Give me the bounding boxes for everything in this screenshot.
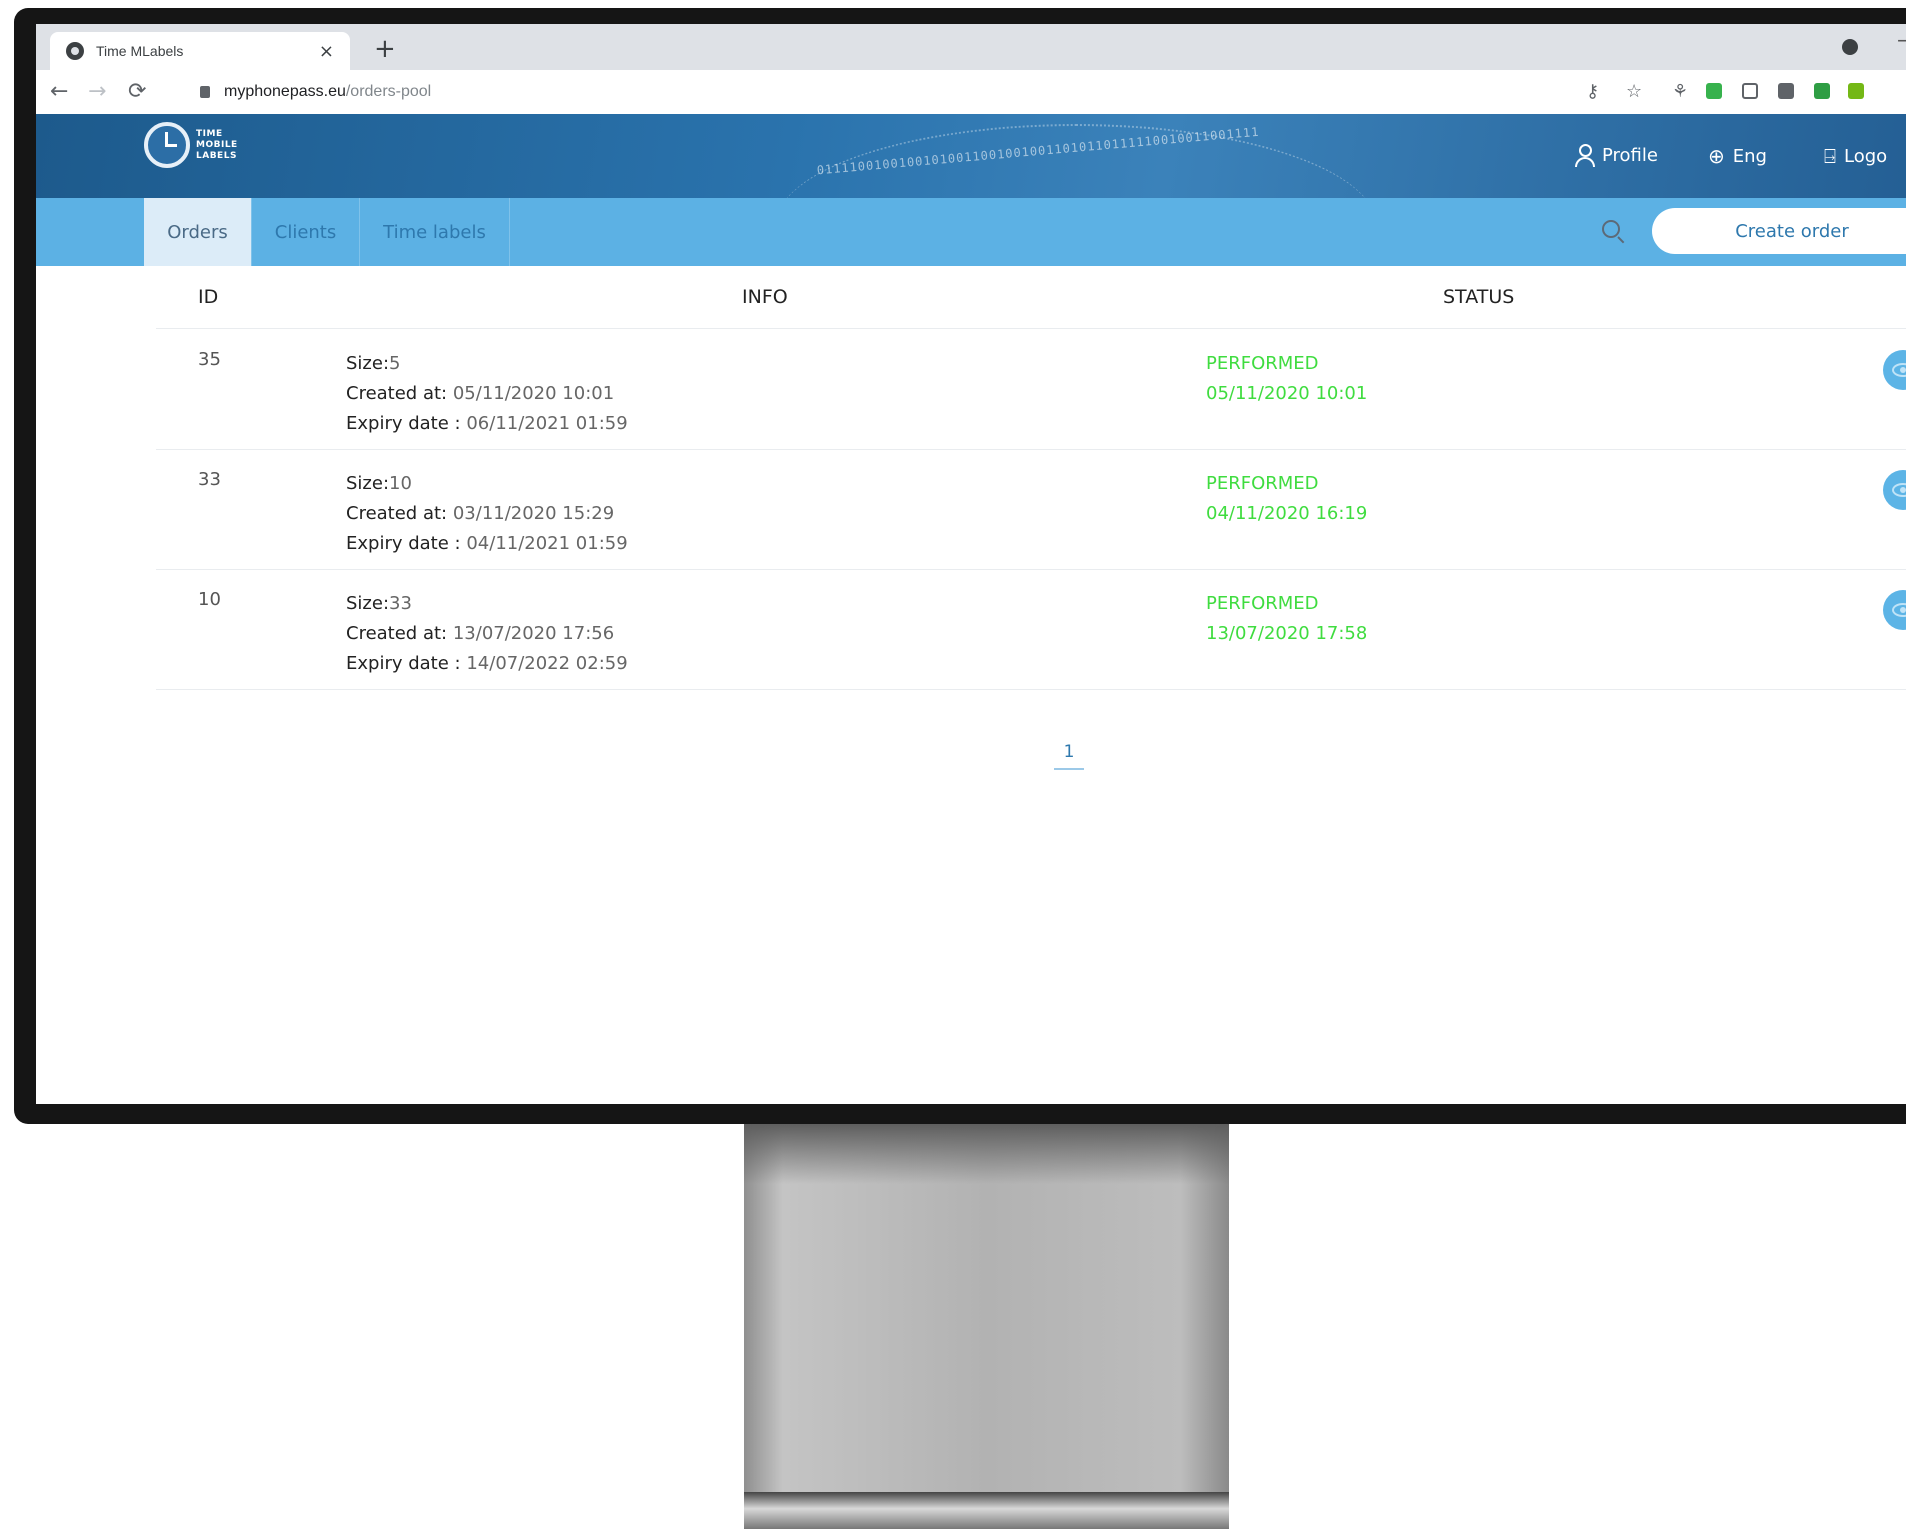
size-label: Size: xyxy=(346,593,390,614)
globe-icon xyxy=(66,42,84,60)
created-label: Created at: xyxy=(346,383,448,404)
monitor-stand-base xyxy=(744,1492,1229,1529)
reader-icon[interactable] xyxy=(1742,83,1758,99)
expiry-value: 14/07/2022 02:59 xyxy=(466,653,628,674)
status-badge: PERFORMED xyxy=(1206,473,1319,494)
size-label: Size: xyxy=(346,473,390,494)
logo-text: TIME MOBILE LABELS xyxy=(196,128,238,161)
size-value: 10 xyxy=(389,473,412,494)
logout-icon: ⍈ xyxy=(1824,144,1836,168)
logout-link[interactable]: ⍈ Logo xyxy=(1824,144,1887,168)
minimize-button[interactable]: – xyxy=(1897,28,1906,53)
monitor-stand xyxy=(744,1124,1229,1529)
order-info: Size:33 Created at: 13/07/2020 17:56 Exp… xyxy=(346,589,628,679)
globe-icon: ⊕ xyxy=(1708,144,1725,168)
tab-time-labels[interactable]: Time labels xyxy=(360,198,510,266)
size-label: Size: xyxy=(346,353,390,374)
cast-icon[interactable] xyxy=(1814,83,1830,99)
table-row: 33 Size:10 Created at: 03/11/2020 15:29 … xyxy=(156,449,1906,570)
sub-nav: Orders Clients Time labels Create order xyxy=(36,198,1906,266)
table-row: 10 Size:33 Created at: 13/07/2020 17:56 … xyxy=(156,569,1906,690)
table-row: 35 Size:5 Created at: 05/11/2020 10:01 E… xyxy=(156,329,1906,450)
star-icon[interactable]: ☆ xyxy=(1626,83,1642,101)
status-badge: PERFORMED xyxy=(1206,353,1319,374)
close-icon[interactable]: × xyxy=(319,41,334,62)
expiry-label: Expiry date : xyxy=(346,413,461,434)
column-id: ID xyxy=(198,286,219,308)
extension-icon[interactable]: ⚘ xyxy=(1672,83,1688,101)
lock-icon xyxy=(200,86,210,98)
eye-icon xyxy=(1892,363,1906,377)
created-label: Created at: xyxy=(346,623,448,644)
reload-icon[interactable]: ⟳ xyxy=(128,79,146,104)
created-label: Created at: xyxy=(346,503,448,524)
tab-strip: Time MLabels × + – xyxy=(36,24,1906,70)
profile-label: Profile xyxy=(1602,144,1658,166)
browser-screen: Time MLabels × + – ← → ⟳ myphonepass.eu/… xyxy=(36,24,1906,1104)
expiry-value: 06/11/2021 01:59 xyxy=(466,413,628,434)
order-info: Size:5 Created at: 05/11/2020 10:01 Expi… xyxy=(346,349,628,439)
size-value: 33 xyxy=(389,593,412,614)
expiry-label: Expiry date : xyxy=(346,653,461,674)
order-status: PERFORMED 13/07/2020 17:58 xyxy=(1206,589,1367,649)
pagination-page[interactable]: 1 xyxy=(1054,742,1084,770)
created-value: 05/11/2020 10:01 xyxy=(452,383,615,404)
view-order-button[interactable] xyxy=(1883,350,1906,390)
profile-link[interactable]: Profile xyxy=(1574,144,1658,167)
size-value: 5 xyxy=(389,353,401,374)
eye-icon xyxy=(1892,483,1906,497)
language-switch[interactable]: ⊕ Eng xyxy=(1708,144,1767,168)
tab-orders[interactable]: Orders xyxy=(144,198,252,266)
record-icon[interactable] xyxy=(1842,39,1858,55)
created-value: 13/07/2020 17:56 xyxy=(452,623,615,644)
logout-label: Logo xyxy=(1844,145,1888,167)
url-path: /orders-pool xyxy=(345,83,432,100)
status-date: 13/07/2020 17:58 xyxy=(1206,623,1368,644)
order-id: 10 xyxy=(198,589,221,610)
evernote-icon[interactable] xyxy=(1706,83,1722,99)
search-icon[interactable] xyxy=(1602,220,1620,238)
tab-title: Time MLabels xyxy=(96,43,184,59)
order-info: Size:10 Created at: 03/11/2020 15:29 Exp… xyxy=(346,469,628,559)
tab-clients[interactable]: Clients xyxy=(252,198,360,266)
expiry-label: Expiry date : xyxy=(346,533,461,554)
status-date: 04/11/2020 16:19 xyxy=(1206,503,1368,524)
column-status: STATUS xyxy=(1443,286,1515,308)
status-badge: PERFORMED xyxy=(1206,593,1319,614)
expiry-value: 04/11/2021 01:59 xyxy=(466,533,628,554)
status-date: 05/11/2020 10:01 xyxy=(1206,383,1368,404)
url-host: myphonepass.eu xyxy=(224,83,346,100)
forward-icon[interactable]: → xyxy=(88,79,106,104)
extension-puzzle-icon[interactable] xyxy=(1778,83,1794,99)
browser-tab[interactable]: Time MLabels × xyxy=(50,32,350,70)
monitor-frame: Time MLabels × + – ← → ⟳ myphonepass.eu/… xyxy=(14,8,1906,1124)
eye-icon xyxy=(1892,603,1906,617)
order-id: 35 xyxy=(198,349,221,370)
create-order-button[interactable]: Create order xyxy=(1652,208,1906,254)
new-tab-button[interactable]: + xyxy=(374,32,396,66)
key-icon[interactable]: ⚷ xyxy=(1586,83,1599,101)
order-status: PERFORMED 05/11/2020 10:01 xyxy=(1206,349,1367,409)
clock-gear-icon xyxy=(144,122,190,168)
created-value: 03/11/2020 15:29 xyxy=(452,503,615,524)
back-icon[interactable]: ← xyxy=(50,79,68,104)
m-extension-icon[interactable] xyxy=(1848,83,1864,99)
table-header: ID INFO STATUS xyxy=(36,266,1906,328)
language-label: Eng xyxy=(1732,145,1767,167)
address-bar: ← → ⟳ myphonepass.eu/orders-pool ⚷ ☆ ⚘ xyxy=(36,70,1906,115)
url-field[interactable]: myphonepass.eu/orders-pool xyxy=(188,78,1580,106)
app-header: 0111100100100101001100100100110101101111… xyxy=(36,114,1906,198)
view-order-button[interactable] xyxy=(1883,470,1906,510)
order-id: 33 xyxy=(198,469,221,490)
view-order-button[interactable] xyxy=(1883,590,1906,630)
order-status: PERFORMED 04/11/2020 16:19 xyxy=(1206,469,1367,529)
user-icon xyxy=(1574,144,1595,167)
column-info: INFO xyxy=(742,286,788,308)
logo[interactable]: TIME MOBILE LABELS xyxy=(144,122,238,168)
